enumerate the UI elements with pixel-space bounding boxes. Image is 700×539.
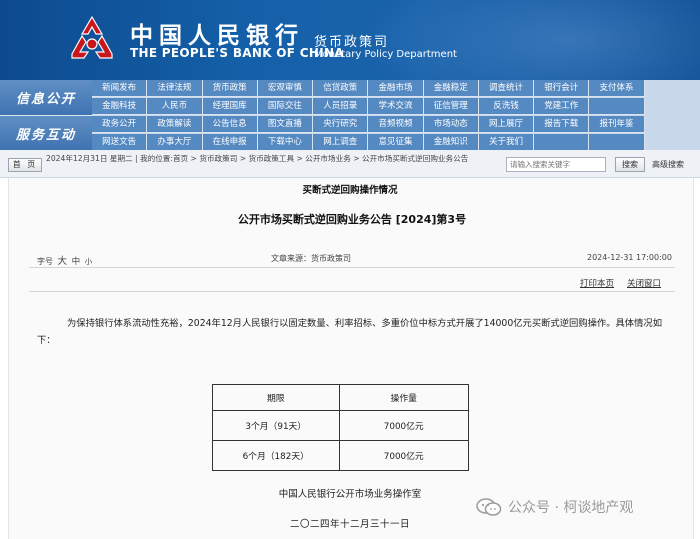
nav-item[interactable]: 银行会计 (534, 80, 590, 97)
nav-row-3: 政务公开 政策解读 公告信息 图文直播 央行研究 音频视频 市场动态 网上展厅 … (92, 116, 700, 133)
table-row: 3个月（91天） 7000亿元 (212, 410, 469, 441)
main-navigation: 信息公开 服务互动 新闻发布 法律法规 货币政策 宏观审慎 信贷政策 金融市场 … (0, 80, 700, 151)
nav-item[interactable]: 学术交流 (368, 97, 424, 115)
nav-item[interactable]: 网上展厅 (478, 116, 535, 133)
cell-term: 6个月（182天） (212, 440, 340, 471)
article-source: 文章来源：货币政策司 (271, 254, 351, 263)
nav-item[interactable]: 货币政策 (202, 80, 258, 97)
close-window-link[interactable]: 关闭窗口 (627, 277, 661, 289)
nav-item[interactable]: 办事大厅 (147, 133, 203, 151)
nav-row-2: 金融科技 人民币 经理国库 国际交往 人员招录 学术交流 征信管理 反洗钱 党建… (92, 97, 700, 115)
nav-item[interactable]: 政策解读 (147, 116, 203, 133)
nav-item[interactable]: 新闻发布 (92, 80, 148, 97)
table-row: 6个月（182天） 7000亿元 (212, 440, 469, 471)
nav-item[interactable]: 经理国库 (202, 97, 258, 115)
search-input[interactable] (506, 157, 606, 172)
table-caption: 买断式逆回购操作情况 (302, 185, 398, 196)
nav-item[interactable]: 关于我们 (478, 133, 535, 151)
header-amount: 操作量 (338, 384, 469, 411)
cell-amount: 7000亿元 (338, 410, 469, 441)
operations-table: 期限 操作量 3个月（91天） 7000亿元 6个月（182天） 7000亿元 (212, 384, 469, 471)
font-size-large[interactable]: 大 (58, 253, 68, 267)
divider (29, 291, 675, 292)
nav-item[interactable]: 公告信息 (202, 116, 258, 133)
nav-item[interactable]: 人民币 (147, 97, 203, 115)
table-header-row: 期限 操作量 (212, 384, 469, 411)
print-page-link[interactable]: 打印本页 (580, 277, 614, 289)
nav-item[interactable]: 音频视频 (368, 116, 424, 133)
bank-name-en: THE PEOPLE'S BANK OF CHINA (130, 46, 344, 60)
nav-item[interactable]: 网送文告 (92, 133, 148, 151)
nav-item[interactable]: 报告下载 (534, 116, 590, 133)
department-name-en: Monetary Policy Department (314, 49, 457, 60)
nav-item[interactable]: 下载中心 (257, 133, 314, 151)
article-panel: 公开市场买断式逆回购业务公告 [2024]第3号 字号 大 中 小 文章来源：货… (8, 178, 694, 539)
nav-item (589, 97, 645, 115)
nav-item[interactable]: 图文直播 (257, 116, 314, 133)
nav-item[interactable]: 信贷政策 (313, 80, 369, 97)
issue-date: 二〇二四年十二月三十一日 (289, 519, 410, 530)
nav-item[interactable]: 报刊年鉴 (589, 116, 645, 133)
nav-item[interactable]: 国际交往 (257, 97, 314, 115)
breadcrumb-bar: 首 页 2024年12月31日 星期二 | 我的位置:首页 > 货币政策司 > … (0, 150, 700, 178)
article-title: 公开市场买断式逆回购业务公告 [2024]第3号 (237, 213, 467, 226)
nav-item[interactable]: 宏观审慎 (257, 80, 314, 97)
nav-item (589, 133, 645, 151)
breadcrumb[interactable]: 2024年12月31日 星期二 | 我的位置:首页 > 货币政策司 > 货币政策… (46, 153, 501, 164)
nav-section-service-interaction[interactable]: 服务互动 (0, 116, 92, 150)
nav-item[interactable]: 法律法规 (147, 80, 203, 97)
nav-item[interactable]: 意见征集 (368, 133, 424, 151)
nav-item[interactable]: 金融科技 (92, 97, 148, 115)
article-paragraph: 为保持银行体系流动性充裕，2024年12月人民银行以固定数量、利率招标、多重价位… (37, 318, 662, 346)
nav-item[interactable]: 党建工作 (534, 97, 590, 115)
watermark: 公众号 · 柯谈地产观 (476, 497, 633, 517)
nav-item[interactable]: 网上调查 (313, 133, 369, 151)
nav-item[interactable]: 金融知识 (423, 133, 479, 151)
search-button[interactable]: 搜索 (615, 157, 645, 172)
pboc-logo-icon[interactable] (66, 14, 118, 66)
home-button[interactable]: 首 页 (8, 158, 42, 172)
nav-item[interactable]: 央行研究 (313, 116, 369, 133)
nav-item[interactable]: 金融稳定 (423, 80, 479, 97)
advanced-search-link[interactable]: 高级搜索 (652, 159, 684, 170)
department-name-cn: 货币政策司 (314, 35, 390, 50)
banner-glow (360, 0, 700, 80)
bank-name-cn: 中国人民银行 (130, 22, 304, 49)
nav-item[interactable]: 反洗钱 (478, 97, 535, 115)
nav-item[interactable]: 调查统计 (478, 80, 535, 97)
wechat-icon (476, 498, 502, 516)
nav-section-info-disclosure[interactable]: 信息公开 (0, 80, 92, 116)
nav-item[interactable]: 市场动态 (423, 116, 479, 133)
nav-item (534, 133, 590, 151)
header-term: 期限 (212, 384, 340, 411)
font-size-small[interactable]: 小 (85, 256, 93, 267)
header-banner: 中国人民银行 THE PEOPLE'S BANK OF CHINA 货币政策司 … (0, 0, 700, 80)
font-size-label: 字号 (37, 257, 53, 266)
font-size-controls: 字号 大 中 小 (37, 253, 94, 267)
cell-amount: 7000亿元 (338, 440, 469, 471)
nav-row-4: 网送文告 办事大厅 在线申报 下载中心 网上调查 意见征集 金融知识 关于我们 (92, 133, 700, 151)
nav-row-1: 新闻发布 法律法规 货币政策 宏观审慎 信贷政策 金融市场 金融稳定 调查统计 … (92, 80, 700, 97)
nav-item[interactable]: 在线申报 (202, 133, 258, 151)
nav-item[interactable]: 政务公开 (92, 116, 148, 133)
article-datetime: 2024-12-31 17:00:00 (587, 253, 672, 262)
cell-term: 3个月（91天） (212, 410, 340, 441)
nav-item[interactable]: 支付体系 (589, 80, 645, 97)
divider (29, 267, 675, 268)
nav-item[interactable]: 征信管理 (423, 97, 479, 115)
nav-item[interactable]: 人员招录 (313, 97, 369, 115)
nav-item[interactable]: 金融市场 (368, 80, 424, 97)
font-size-medium[interactable]: 中 (72, 255, 81, 267)
watermark-text: 公众号 · 柯谈地产观 (508, 500, 634, 516)
